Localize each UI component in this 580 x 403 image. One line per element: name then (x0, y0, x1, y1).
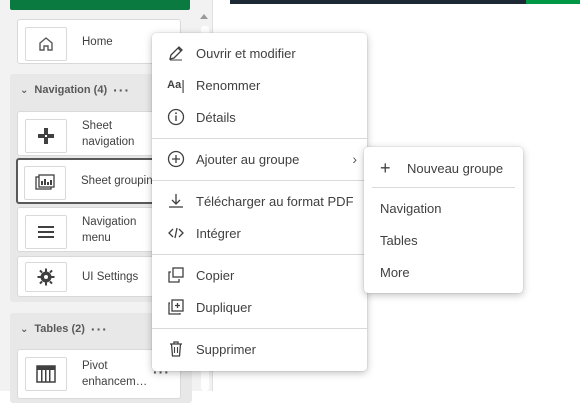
menu-item-delete[interactable]: Supprimer (152, 333, 367, 365)
group-more-button[interactable]: ··· (91, 321, 108, 337)
sheet-header-accent (526, 0, 580, 4)
group-title: Navigation (4) (34, 84, 108, 96)
menu-item-embed[interactable]: Intégrer (152, 217, 367, 249)
sheet-thumbnail (25, 215, 67, 249)
duplicate-icon (166, 297, 186, 317)
download-icon (166, 191, 186, 211)
menu-separator (152, 138, 367, 139)
submenu-new-group-label: Nouveau groupe (407, 160, 504, 176)
menu-item-duplicate[interactable]: Dupliquer (152, 291, 367, 323)
sheet-card-label: Sheet grouping (81, 175, 160, 187)
menu-item-label: Supprimer (196, 341, 256, 357)
copy-icon (166, 265, 186, 285)
group-header-tables[interactable]: ⌄ Tables (2) ··· (20, 321, 108, 337)
chevron-right-icon: › (352, 151, 357, 167)
menu-item-details[interactable]: Détails (152, 101, 367, 133)
menu-item-edit[interactable]: Ouvrir et modifier (152, 37, 367, 69)
sheet-thumbnail (25, 262, 67, 292)
navigation-menu-icon (38, 226, 54, 238)
menu-item-label: Dupliquer (196, 299, 252, 315)
group-more-button[interactable]: ··· (113, 82, 130, 98)
sidebar-top-strip (10, 0, 190, 10)
sheet-grouping-icon (35, 174, 55, 190)
menu-item-label: Intégrer (196, 225, 241, 241)
menu-separator (152, 254, 367, 255)
gear-icon (37, 268, 55, 286)
add-to-group-submenu: + Nouveau groupe Navigation Tables More (364, 147, 523, 293)
menu-item-label: Ajouter au groupe (196, 151, 300, 167)
sheet-card-label: UI Settings (82, 270, 139, 283)
rename-icon-text: Aa (167, 79, 182, 91)
menu-separator (152, 180, 367, 181)
sheet-card-label: Home (82, 35, 113, 48)
sheet-navigation-icon (38, 128, 54, 144)
submenu-group-tables[interactable]: Tables (364, 227, 523, 255)
pivot-table-icon (36, 365, 56, 383)
scroll-up-arrow-icon[interactable] (200, 14, 208, 19)
menu-item-download-pdf[interactable]: Télécharger au format PDF (152, 185, 367, 217)
rename-icon: Aa | (167, 77, 185, 93)
trash-icon (166, 339, 186, 359)
submenu-group-label: Tables (380, 233, 418, 248)
menu-separator (152, 328, 367, 329)
embed-code-icon (166, 223, 186, 243)
submenu-separator (372, 187, 515, 188)
menu-item-copy[interactable]: Copier (152, 259, 367, 291)
sheet-card-label: Navigation menu (82, 215, 137, 244)
group-header-navigation[interactable]: ⌄ Navigation (4) ··· (20, 82, 130, 98)
context-menu: Ouvrir et modifier Aa | Renommer Détails … (152, 33, 367, 371)
sheet-thumbnail (25, 119, 67, 153)
chevron-down-icon[interactable]: ⌄ (20, 324, 28, 335)
menu-item-add-to-group[interactable]: Ajouter au groupe › (152, 143, 367, 175)
menu-item-label: Renommer (196, 77, 261, 93)
submenu-group-label: More (380, 265, 410, 280)
menu-item-label: Détails (196, 109, 236, 125)
plus-icon: + (380, 157, 391, 178)
home-thumbnail (25, 27, 67, 61)
submenu-group-navigation[interactable]: Navigation (364, 195, 523, 223)
menu-item-label: Ouvrir et modifier (196, 45, 296, 61)
sheet-thumbnail (25, 357, 67, 391)
sheet-header-bar (230, 0, 580, 4)
info-icon (166, 107, 186, 127)
home-icon (39, 37, 53, 51)
sheet-card-label: Sheet navigation (82, 119, 135, 148)
submenu-group-label: Navigation (380, 201, 442, 216)
submenu-group-more[interactable]: More (364, 259, 523, 287)
menu-item-label: Copier (196, 267, 235, 283)
menu-item-label: Télécharger au format PDF (196, 193, 354, 209)
add-circle-icon (166, 149, 186, 169)
submenu-new-group[interactable]: + Nouveau groupe (364, 153, 523, 183)
pencil-icon (166, 43, 186, 63)
chevron-down-icon[interactable]: ⌄ (20, 85, 28, 96)
menu-item-rename[interactable]: Aa | Renommer (152, 69, 367, 101)
group-title: Tables (2) (34, 323, 85, 335)
sheet-thumbnail (24, 166, 66, 200)
